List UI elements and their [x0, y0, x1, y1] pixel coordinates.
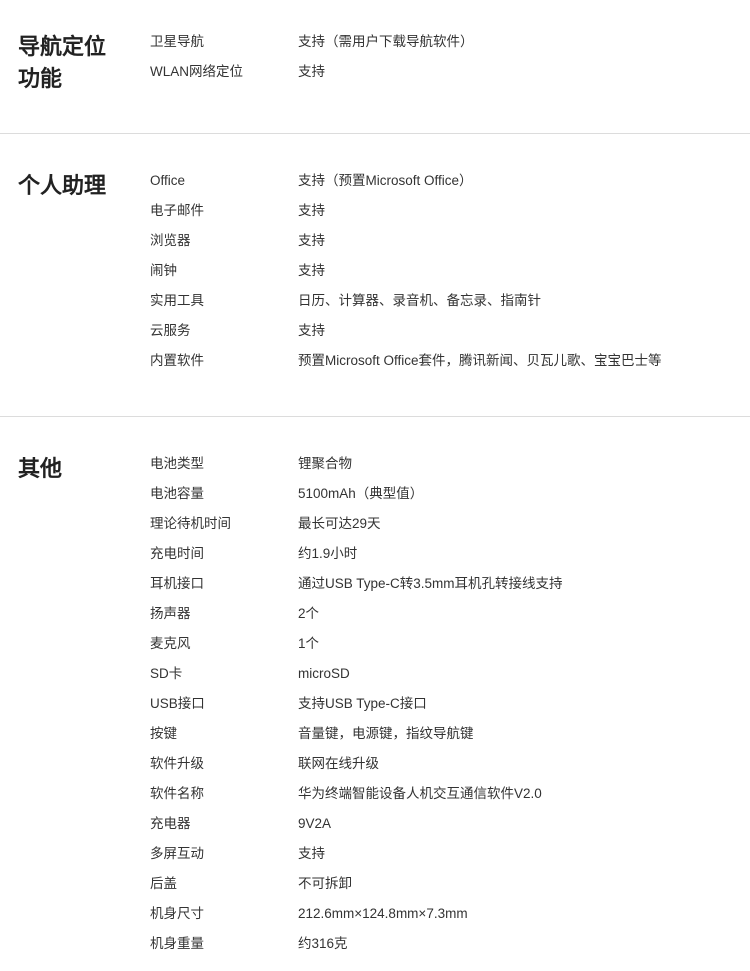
spec-row: 按键 音量键，电源键，指纹导航键 — [150, 719, 740, 749]
spec-value: 支持 — [298, 233, 325, 248]
spec-value: 支持USB Type-C接口 — [298, 696, 427, 711]
spec-value: 预置Microsoft Office套件，腾讯新闻、贝瓦儿歌、宝宝巴士等 — [298, 353, 662, 368]
spec-key: 浏览器 — [150, 233, 191, 248]
spec-key: 电池类型 — [150, 456, 204, 471]
spec-value: microSD — [298, 666, 350, 681]
spec-key: 耳机接口 — [150, 576, 204, 591]
spec-key: Office — [150, 173, 186, 188]
spec-row: 后盖 不可拆卸 — [150, 869, 740, 899]
spec-value: 支持 — [298, 323, 325, 338]
spec-value: 最长可达29天 — [298, 516, 381, 531]
spec-value: 2个 — [298, 606, 320, 621]
spec-key: WLAN网络定位 — [150, 64, 244, 79]
spec-row: WLAN网络定位 支持 — [150, 57, 740, 87]
spec-key: 闹钟 — [150, 263, 177, 278]
spec-value: 不可拆卸 — [298, 876, 352, 891]
section-title: 导航定位 功能 — [18, 34, 107, 91]
spec-row: 实用工具 日历、计算器、录音机、备忘录、指南针 — [150, 286, 740, 316]
spec-key: USB接口 — [150, 696, 205, 711]
spec-row: 多屏互动 支持 — [150, 839, 740, 869]
spec-value: 锂聚合物 — [298, 456, 352, 471]
spec-row: 扬声器 2个 — [150, 599, 740, 629]
spec-key: SD卡 — [150, 666, 183, 681]
spec-value: 约316克 — [298, 936, 348, 951]
spec-row: 机身尺寸 212.6mm×124.8mm×7.3mm — [150, 899, 740, 929]
spec-value: 联网在线升级 — [298, 756, 379, 771]
spec-list: 卫星导航 支持（需用户下载导航软件） WLAN网络定位 支持 — [150, 27, 740, 87]
spec-key: 机身尺寸 — [150, 906, 204, 921]
spec-value: 支持 — [298, 203, 325, 218]
spec-value: 9V2A — [298, 816, 332, 831]
spec-value: 支持 — [298, 846, 325, 861]
spec-row: 云服务 支持 — [150, 316, 740, 346]
spec-row: 电池容量 5100mAh（典型值） — [150, 479, 740, 509]
spec-list: Office 支持（预置Microsoft Office） 电子邮件 支持 浏览… — [150, 166, 740, 376]
spec-value: 212.6mm×124.8mm×7.3mm — [298, 906, 468, 921]
spec-key: 软件升级 — [150, 756, 204, 771]
spec-row: 电子邮件 支持 — [150, 196, 740, 226]
spec-row: 浏览器 支持 — [150, 226, 740, 256]
spec-value: 支持（需用户下载导航软件） — [298, 34, 474, 49]
spec-value: 1个 — [298, 636, 320, 651]
spec-key: 卫星导航 — [150, 34, 204, 49]
spec-key: 充电时间 — [150, 546, 204, 561]
spec-row: Office 支持（预置Microsoft Office） — [150, 166, 740, 196]
spec-row: 内置软件 预置Microsoft Office套件，腾讯新闻、贝瓦儿歌、宝宝巴士… — [150, 346, 740, 376]
spec-row: 充电器 9V2A — [150, 809, 740, 839]
spec-value: 支持 — [298, 64, 325, 79]
spec-key: 扬声器 — [150, 606, 191, 621]
spec-row: 软件升级 联网在线升级 — [150, 749, 740, 779]
spec-key: 云服务 — [150, 323, 191, 338]
spec-key: 理论待机时间 — [150, 516, 231, 531]
spec-row: USB接口 支持USB Type-C接口 — [150, 689, 740, 719]
spec-row: 理论待机时间 最长可达29天 — [150, 509, 740, 539]
spec-row: 机身重量 约316克 — [150, 929, 740, 959]
spec-value: 日历、计算器、录音机、备忘录、指南针 — [298, 293, 541, 308]
spec-value: 支持（预置Microsoft Office） — [298, 173, 473, 188]
spec-value: 支持 — [298, 263, 325, 278]
spec-value: 通过USB Type-C转3.5mm耳机孔转接线支持 — [298, 576, 563, 591]
spec-row: 闹钟 支持 — [150, 256, 740, 286]
spec-key: 内置软件 — [150, 353, 204, 368]
spec-value: 华为终端智能设备人机交互通信软件V2.0 — [298, 786, 542, 801]
spec-row: SD卡 microSD — [150, 659, 740, 689]
spec-key: 按键 — [150, 726, 177, 741]
spec-key: 机身重量 — [150, 936, 204, 951]
spec-row: 电池类型 锂聚合物 — [150, 449, 740, 479]
spec-value: 音量键，电源键，指纹导航键 — [298, 726, 474, 741]
spec-row: 卫星导航 支持（需用户下载导航软件） — [150, 27, 740, 57]
spec-key: 多屏互动 — [150, 846, 204, 861]
spec-value: 约1.9小时 — [298, 546, 358, 561]
section-title: 其他 — [18, 456, 63, 481]
spec-key: 后盖 — [150, 876, 177, 891]
spec-value: 5100mAh（典型值） — [298, 486, 424, 501]
spec-key: 实用工具 — [150, 293, 204, 308]
spec-row: 麦克风 1个 — [150, 629, 740, 659]
spec-key: 麦克风 — [150, 636, 191, 651]
spec-key: 软件名称 — [150, 786, 204, 801]
section-title: 个人助理 — [18, 173, 107, 198]
section-divider — [0, 133, 750, 134]
spec-row: 耳机接口 通过USB Type-C转3.5mm耳机孔转接线支持 — [150, 569, 740, 599]
spec-key: 电池容量 — [150, 486, 204, 501]
spec-row: 软件名称 华为终端智能设备人机交互通信软件V2.0 — [150, 779, 740, 809]
spec-key: 充电器 — [150, 816, 191, 831]
section-divider — [0, 416, 750, 417]
spec-key: 电子邮件 — [150, 203, 204, 218]
spec-list: 电池类型 锂聚合物 电池容量 5100mAh（典型值） 理论待机时间 最长可达2… — [150, 449, 740, 959]
spec-row: 充电时间 约1.9小时 — [150, 539, 740, 569]
